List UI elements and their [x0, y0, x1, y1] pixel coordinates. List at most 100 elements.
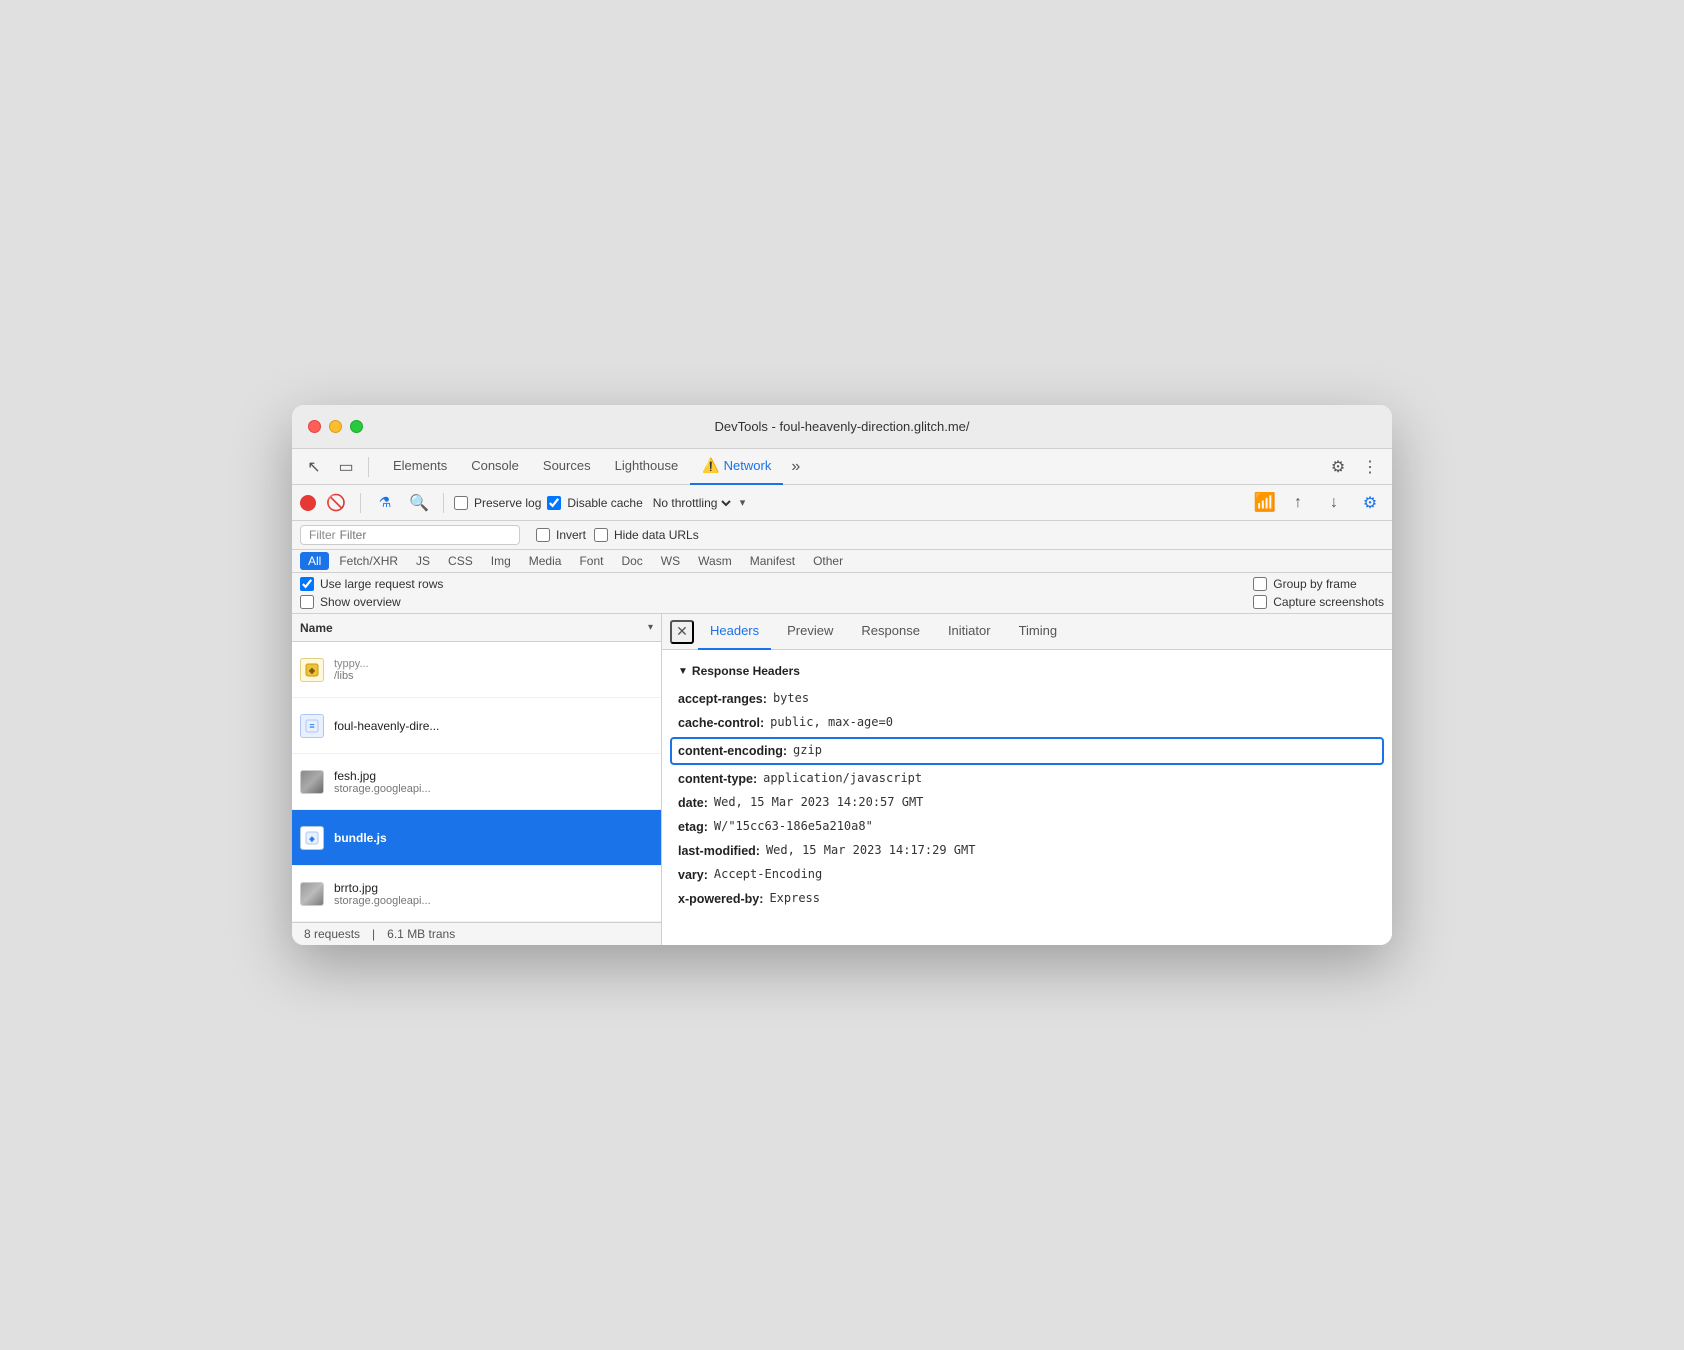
close-button[interactable] [308, 420, 321, 433]
group-by-frame-checkbox-label[interactable]: Group by frame [1253, 577, 1384, 591]
device-icon: ▭ [338, 457, 353, 477]
gear-icon: ⚙ [1331, 457, 1345, 477]
header-x-powered-by: x-powered-by: Express [678, 889, 1376, 909]
tab-initiator[interactable]: Initiator [936, 614, 1003, 650]
request-item-bundle-js[interactable]: ◈ bundle.js [292, 810, 661, 866]
collapse-arrow[interactable]: ▼ [678, 664, 688, 680]
type-filter-other[interactable]: Other [805, 552, 851, 570]
disable-cache-checkbox-label[interactable]: Disable cache [547, 496, 642, 510]
request-item-fesh[interactable]: fesh.jpg storage.googleapi... [292, 754, 661, 810]
type-filter-ws[interactable]: WS [653, 552, 688, 570]
filter-right: Invert Hide data URLs [536, 528, 699, 542]
type-filter-bar: AllFetch/XHRJSCSSImgMediaFontDocWSWasmMa… [292, 550, 1392, 573]
type-filter-manifest[interactable]: Manifest [742, 552, 803, 570]
request-icon-bundle: ◈ [300, 826, 324, 850]
detail-tabs: ✕ Headers Preview Response Initiator Tim… [662, 614, 1392, 650]
type-filter-doc[interactable]: Doc [613, 552, 650, 570]
download-icon: ↓ [1330, 494, 1338, 512]
minimize-button[interactable] [329, 420, 342, 433]
cursor-icon: ↖ [307, 457, 320, 477]
close-detail-button[interactable]: ✕ [670, 620, 694, 644]
column-header: Name ▾ [292, 614, 661, 642]
clear-button[interactable]: 🚫 [322, 489, 350, 517]
settings-button[interactable]: ⚙ [1324, 453, 1352, 481]
type-filter-js[interactable]: JS [408, 552, 438, 570]
network-settings-button[interactable]: ⚙ [1356, 489, 1384, 517]
filter-input[interactable] [340, 528, 495, 542]
right-panel: ✕ Headers Preview Response Initiator Tim… [662, 614, 1392, 945]
traffic-lights [308, 420, 363, 433]
svg-text:◈: ◈ [308, 836, 315, 843]
tab-response[interactable]: Response [849, 614, 932, 650]
tab-sources[interactable]: Sources [531, 449, 603, 485]
header-content-type: content-type: application/javascript [678, 769, 1376, 789]
hide-data-urls-checkbox-label[interactable]: Hide data URLs [594, 528, 699, 542]
transfer-size: 6.1 MB trans [387, 927, 455, 941]
header-vary: vary: Accept-Encoding [678, 865, 1376, 885]
request-list: ◈ typpy... /libs ≡ foul-heavenly [292, 642, 661, 922]
hide-data-urls-checkbox[interactable] [594, 528, 608, 542]
tab-network[interactable]: ⚠️ Network [690, 449, 783, 485]
large-rows-checkbox-label[interactable]: Use large request rows [300, 577, 443, 591]
request-text-fesh: fesh.jpg storage.googleapi... [334, 769, 653, 795]
toolbar-divider-1 [368, 457, 369, 477]
invert-checkbox-label[interactable]: Invert [536, 528, 586, 542]
headers-panel: ▼ Response Headers accept-ranges: bytes … [662, 650, 1392, 925]
show-overview-checkbox[interactable] [300, 595, 314, 609]
record-button[interactable] [300, 495, 316, 511]
type-filter-css[interactable]: CSS [440, 552, 481, 570]
request-text-brrto: brrto.jpg storage.googleapi... [334, 881, 653, 907]
request-icon-libs: ◈ [300, 658, 324, 682]
request-text-libs: typpy... /libs [334, 658, 653, 682]
type-filter-fetch-xhr[interactable]: Fetch/XHR [331, 552, 406, 570]
toolbar-right: ⚙ ⋮ [1324, 453, 1384, 481]
type-filter-all[interactable]: All [300, 552, 329, 570]
type-filter-wasm[interactable]: Wasm [690, 552, 740, 570]
header-accept-ranges: accept-ranges: bytes [678, 689, 1376, 709]
request-item-brrto[interactable]: brrto.jpg storage.googleapi... [292, 866, 661, 922]
preserve-log-checkbox[interactable] [454, 496, 468, 510]
response-headers-title: ▼ Response Headers [678, 662, 1376, 681]
request-item-foul-heavenly[interactable]: ≡ foul-heavenly-dire... [292, 698, 661, 754]
more-tabs-button[interactable]: » [783, 449, 808, 485]
request-text-foul-heavenly: foul-heavenly-dire... [334, 719, 653, 733]
throttle-select[interactable]: No throttling [649, 495, 734, 511]
options-left: Use large request rows Show overview [300, 577, 443, 609]
maximize-button[interactable] [350, 420, 363, 433]
group-by-frame-checkbox[interactable] [1253, 577, 1267, 591]
invert-checkbox[interactable] [536, 528, 550, 542]
tab-preview[interactable]: Preview [775, 614, 845, 650]
type-filter-font[interactable]: Font [571, 552, 611, 570]
type-filter-img[interactable]: Img [483, 552, 519, 570]
download-button[interactable]: ↓ [1320, 489, 1348, 517]
tab-console[interactable]: Console [459, 449, 531, 485]
tab-headers[interactable]: Headers [698, 614, 771, 650]
type-filter-media[interactable]: Media [521, 552, 570, 570]
filter-bar: Filter Invert Hide data URLs [292, 521, 1392, 550]
tab-timing[interactable]: Timing [1007, 614, 1070, 650]
more-options-button[interactable]: ⋮ [1356, 453, 1384, 481]
warning-icon: ⚠️ [702, 457, 719, 474]
window-title: DevTools - foul-heavenly-direction.glitc… [714, 419, 969, 434]
request-item-libs[interactable]: ◈ typpy... /libs [292, 642, 661, 698]
disable-cache-checkbox[interactable] [547, 496, 561, 510]
tab-lighthouse[interactable]: Lighthouse [603, 449, 691, 485]
upload-icon: ↑ [1294, 494, 1302, 512]
request-icon-brrto [300, 882, 324, 906]
request-icon-fesh [300, 770, 324, 794]
wifi-settings-icon[interactable]: 📶 [1254, 492, 1276, 513]
filter-button[interactable]: ⚗ [371, 489, 399, 517]
search-button[interactable]: 🔍 [405, 489, 433, 517]
header-cache-control: cache-control: public, max-age=0 [678, 713, 1376, 733]
capture-screenshots-checkbox-label[interactable]: Capture screenshots [1253, 595, 1384, 609]
preserve-log-checkbox-label[interactable]: Preserve log [454, 496, 541, 510]
devtools-window: DevTools - foul-heavenly-direction.glitc… [292, 405, 1392, 945]
capture-screenshots-checkbox[interactable] [1253, 595, 1267, 609]
device-toolbar-button[interactable]: ▭ [332, 453, 360, 481]
tab-elements[interactable]: Elements [381, 449, 459, 485]
show-overview-checkbox-label[interactable]: Show overview [300, 595, 443, 609]
upload-button[interactable]: ↑ [1284, 489, 1312, 517]
large-rows-checkbox[interactable] [300, 577, 314, 591]
cursor-tool-button[interactable]: ↖ [300, 453, 328, 481]
request-text-bundle: bundle.js [334, 831, 653, 845]
